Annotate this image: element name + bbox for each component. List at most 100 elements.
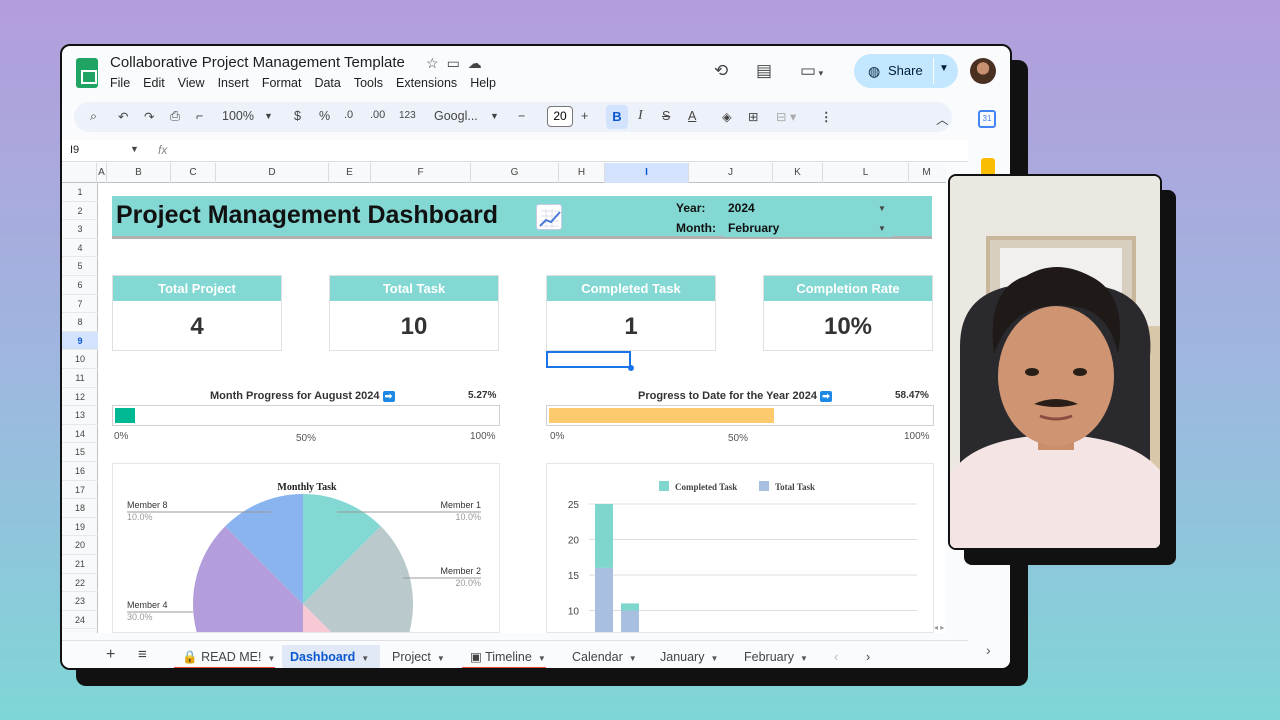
row-header[interactable]: 9 xyxy=(62,331,98,351)
paint-format-icon[interactable]: ⌐ xyxy=(196,109,203,123)
font-select[interactable]: Googl... xyxy=(434,109,478,123)
meet-icon[interactable]: ▭ ▾ xyxy=(800,61,823,81)
menu-extensions[interactable]: Extensions xyxy=(396,76,457,90)
move-folder-icon[interactable]: ▭ xyxy=(447,55,468,71)
more-formats-button[interactable]: 123 xyxy=(399,110,416,121)
cloud-status-icon[interactable]: ☁ xyxy=(468,55,490,71)
row-header[interactable]: 3 xyxy=(62,220,98,239)
font-size-input[interactable]: 20 xyxy=(547,106,573,127)
month-dropdown-chevron-icon[interactable]: ▼ xyxy=(878,224,886,233)
scroll-tabs-right-icon[interactable]: › xyxy=(858,645,870,668)
row-header[interactable]: 11 xyxy=(62,369,98,388)
all-sheets-icon[interactable]: ≡ xyxy=(130,643,147,667)
month-dropdown[interactable]: February xyxy=(724,219,892,237)
scroll-tabs-left-icon[interactable]: ‹ xyxy=(826,645,838,668)
tab-menu-chevron-icon[interactable]: ▼ xyxy=(629,654,637,663)
comments-icon[interactable]: ▤ xyxy=(756,61,772,81)
font-chevron-icon[interactable]: ▼ xyxy=(490,111,499,121)
print-icon[interactable]: ⎙ xyxy=(170,109,180,124)
row-header[interactable]: 5 xyxy=(62,257,98,276)
menu-view[interactable]: View xyxy=(178,76,205,90)
row-header[interactable]: 16 xyxy=(62,462,98,481)
italic-button[interactable]: I xyxy=(638,108,643,124)
fill-color-icon[interactable]: ◈ xyxy=(722,109,732,124)
borders-icon[interactable]: ⊞ xyxy=(748,109,758,124)
row-header[interactable]: 18 xyxy=(62,499,98,518)
row-header[interactable]: 22 xyxy=(62,574,98,593)
sheet-tab-read-me[interactable]: 🔒 READ ME! ▼ xyxy=(174,645,276,668)
sheet-tab-timeline[interactable]: ▣ Timeline ▼ xyxy=(462,645,546,668)
column-header[interactable]: I xyxy=(604,163,688,183)
tab-menu-chevron-icon[interactable]: ▼ xyxy=(268,654,276,663)
tab-menu-chevron-icon[interactable]: ▼ xyxy=(800,654,808,663)
undo-icon[interactable]: ↶ xyxy=(118,109,128,124)
menu-insert[interactable]: Insert xyxy=(218,76,249,90)
sheet-grid[interactable]: A B C D E F G H I J K L M N 123456789101… xyxy=(62,163,946,633)
star-icon[interactable]: ☆ xyxy=(426,55,447,71)
tab-menu-chevron-icon[interactable]: ▼ xyxy=(538,654,546,663)
menu-tools[interactable]: Tools xyxy=(354,76,383,90)
sheet-tab-dashboard[interactable]: Dashboard ▼ xyxy=(282,645,380,668)
avatar[interactable] xyxy=(970,58,996,84)
task-bar-chart[interactable]: Completed Task Total Task 25 20 15 10 xyxy=(546,463,934,633)
row-header[interactable]: 1 xyxy=(62,183,98,202)
version-history-icon[interactable]: ⟲ xyxy=(714,61,728,81)
menu-help[interactable]: Help xyxy=(470,76,496,90)
sheet-tab-january[interactable]: January ▼ xyxy=(652,645,718,668)
row-header[interactable]: 4 xyxy=(62,239,98,258)
row-header[interactable]: 10 xyxy=(62,350,98,369)
menu-data[interactable]: Data xyxy=(314,76,340,90)
column-header[interactable]: K xyxy=(772,163,822,183)
column-header[interactable]: D xyxy=(215,163,328,183)
selected-cell-I9[interactable] xyxy=(546,351,634,371)
sheet-tab-february[interactable]: February ▼ xyxy=(736,645,808,668)
menu-file[interactable]: File xyxy=(110,76,130,90)
row-header[interactable]: 12 xyxy=(62,388,98,407)
strikethrough-icon[interactable]: S xyxy=(662,109,670,123)
increase-decimal-button[interactable]: .00 xyxy=(370,109,385,121)
row-header[interactable]: 20 xyxy=(62,536,98,555)
merge-cells-icon[interactable]: ⊟ ▾ xyxy=(776,109,796,124)
expand-side-panel-icon[interactable]: › xyxy=(986,642,991,658)
monthly-task-pie-chart[interactable]: Monthly Task Member 8 10.0% Member 1 10.0% Me… xyxy=(112,463,500,633)
row-header[interactable]: 17 xyxy=(62,481,98,500)
column-header[interactable]: G xyxy=(470,163,558,183)
add-sheet-icon[interactable]: + xyxy=(98,643,115,667)
select-all-corner[interactable] xyxy=(62,163,98,183)
column-header[interactable]: E xyxy=(328,163,370,183)
share-button[interactable]: ◍ Share ▼ xyxy=(854,54,958,88)
sheets-logo-icon[interactable] xyxy=(76,58,98,88)
scroll-left-icon[interactable]: ◂ ▸ xyxy=(934,623,944,632)
column-header[interactable]: F xyxy=(370,163,470,183)
row-header[interactable]: 6 xyxy=(62,276,98,295)
percent-format-button[interactable]: % xyxy=(319,109,330,123)
row-header[interactable]: 14 xyxy=(62,425,98,444)
text-color-button[interactable]: A xyxy=(688,109,696,123)
column-header[interactable]: C xyxy=(170,163,215,183)
tab-menu-chevron-icon[interactable]: ▼ xyxy=(361,654,369,663)
column-header[interactable]: J xyxy=(688,163,772,183)
sheet-tab-project[interactable]: Project ▼ xyxy=(384,645,445,668)
zoom-select[interactable]: 100% xyxy=(222,109,254,123)
collapse-menus-icon[interactable]: ︿ xyxy=(936,109,949,128)
more-options-icon[interactable]: ⋮ xyxy=(820,109,833,124)
column-header[interactable]: M xyxy=(908,163,944,183)
row-header[interactable]: 7 xyxy=(62,295,98,314)
zoom-chevron-icon[interactable]: ▼ xyxy=(264,111,273,121)
decrease-decimal-button[interactable]: .0 xyxy=(344,109,353,121)
search-menus-icon[interactable]: ⌕ xyxy=(90,109,97,124)
sheet-tab-calendar[interactable]: Calendar ▼ xyxy=(564,645,637,668)
row-header[interactable]: 2 xyxy=(62,202,98,221)
decrease-font-size-icon[interactable]: − xyxy=(518,109,525,123)
bold-button[interactable]: B xyxy=(606,105,628,129)
row-header[interactable]: 21 xyxy=(62,555,98,574)
row-header[interactable]: 23 xyxy=(62,592,98,611)
tab-menu-chevron-icon[interactable]: ▼ xyxy=(437,654,445,663)
tab-menu-chevron-icon[interactable]: ▼ xyxy=(710,654,718,663)
row-header[interactable]: 15 xyxy=(62,443,98,462)
column-header[interactable]: A xyxy=(96,163,106,183)
menu-format[interactable]: Format xyxy=(262,76,302,90)
column-header[interactable]: L xyxy=(822,163,908,183)
redo-icon[interactable]: ↷ xyxy=(144,109,154,124)
column-header[interactable]: B xyxy=(106,163,170,183)
